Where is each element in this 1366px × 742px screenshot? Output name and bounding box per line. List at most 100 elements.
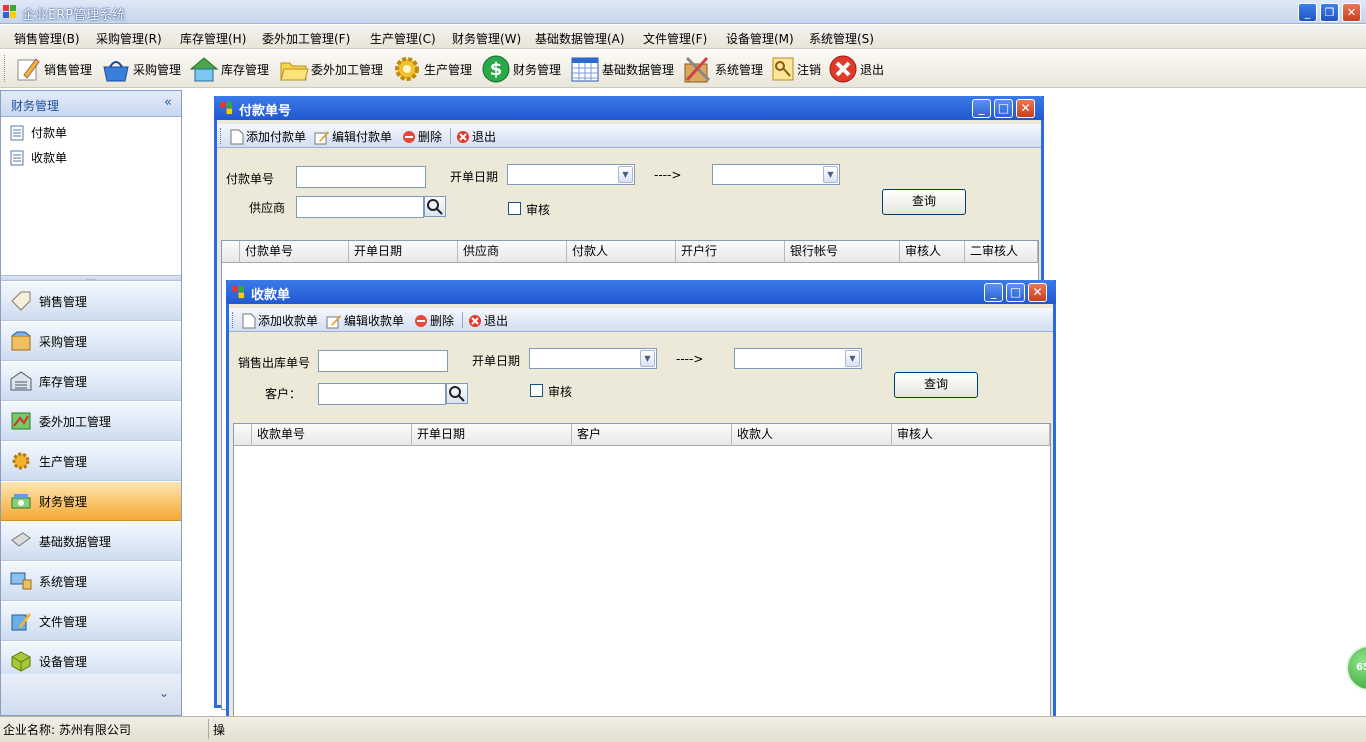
payment-audit-checkbox[interactable]: [508, 202, 521, 215]
red-x-icon: [469, 314, 481, 327]
red-x-icon: [457, 130, 469, 143]
chevron-down-icon[interactable]: ⌄: [159, 686, 169, 700]
payment-close-button[interactable]: ✕: [1016, 99, 1035, 118]
edit-payment-button[interactable]: 编辑付款单: [314, 128, 392, 145]
toolbar-purchase-button[interactable]: 采购管理: [101, 54, 181, 84]
toolbar-production-button[interactable]: 生产管理: [392, 54, 472, 84]
nav-documents[interactable]: 文件管理: [1, 602, 181, 641]
column-header[interactable]: 审核人: [892, 424, 1050, 446]
receipt-minimize-button[interactable]: _: [984, 283, 1003, 302]
column-header[interactable]: 付款人: [567, 241, 676, 263]
exit-payment-button[interactable]: 退出: [456, 128, 496, 145]
menu-documents[interactable]: 文件管理(F): [643, 30, 707, 47]
payment-date-to[interactable]: ▼: [712, 164, 840, 185]
menu-basic-data[interactable]: 基础数据管理(A): [535, 30, 625, 47]
nav-system[interactable]: 系统管理: [1, 562, 181, 601]
chevron-down-icon[interactable]: ▼: [823, 166, 838, 183]
toolbar-logout-button[interactable]: 注销: [771, 54, 821, 84]
column-header[interactable]: 银行帐号: [785, 241, 900, 263]
menu-outsourcing[interactable]: 委外加工管理(F): [262, 30, 350, 47]
receipt-query-button[interactable]: 查询: [894, 372, 978, 398]
receipt-maximize-button[interactable]: □: [1006, 283, 1025, 302]
column-header[interactable]: 客户: [572, 424, 732, 446]
payment-minimize-button[interactable]: _: [972, 99, 991, 118]
payment-maximize-button[interactable]: □: [994, 99, 1013, 118]
column-header[interactable]: 开单日期: [349, 241, 458, 263]
app-icon: [3, 5, 16, 18]
floating-badge[interactable]: 65: [1346, 645, 1366, 691]
column-header[interactable]: 收款单号: [252, 424, 412, 446]
date-range-arrow: ---->: [654, 168, 682, 182]
menu-bar: 销售管理(B) 采购管理(R) 库存管理(H) 委外加工管理(F) 生产管理(C…: [0, 25, 1366, 49]
tree-item-payment[interactable]: 付款单: [9, 124, 67, 141]
toolbar-grip[interactable]: [4, 55, 7, 82]
nav-sales[interactable]: 销售管理: [1, 282, 181, 321]
column-header[interactable]: 开单日期: [412, 424, 572, 446]
tree-item-receipt[interactable]: 收款单: [9, 149, 67, 166]
nav-inventory[interactable]: 库存管理: [1, 362, 181, 401]
chevron-down-icon[interactable]: ▼: [640, 350, 655, 367]
receipt-date-from[interactable]: ▼: [529, 348, 657, 369]
nav-purchase[interactable]: 采购管理: [1, 322, 181, 361]
grid-header: 收款单号 开单日期 客户 收款人 审核人: [234, 424, 1050, 446]
menu-equipment[interactable]: 设备管理(M): [726, 30, 794, 47]
panel-splitter[interactable]: ....: [1, 274, 181, 282]
collapse-icon[interactable]: «: [164, 95, 172, 110]
nav-finance[interactable]: 财务管理: [1, 482, 181, 521]
toolbar-inventory-button[interactable]: 库存管理: [189, 54, 269, 84]
toolbar-grip[interactable]: [220, 128, 222, 144]
receipt-close-button[interactable]: ✕: [1028, 283, 1047, 302]
exit-receipt-button[interactable]: 退出: [468, 312, 508, 329]
supplier-search-button[interactable]: [424, 196, 446, 217]
receipt-date-to[interactable]: ▼: [734, 348, 862, 369]
column-header[interactable]: 供应商: [458, 241, 567, 263]
customer-search-button[interactable]: [446, 383, 468, 404]
customer-label: 客户：: [265, 387, 302, 401]
restore-button[interactable]: ❐: [1320, 3, 1339, 22]
chevron-down-icon[interactable]: ▼: [845, 350, 860, 367]
toolbar-outsourcing-button[interactable]: 委外加工管理: [279, 54, 383, 84]
edit-receipt-button[interactable]: 编辑收款单: [326, 312, 404, 329]
payment-query-button[interactable]: 查询: [882, 189, 966, 215]
chevron-down-icon[interactable]: ▼: [618, 166, 633, 183]
column-header[interactable]: 付款单号: [240, 241, 349, 263]
minimize-button[interactable]: _: [1298, 3, 1317, 22]
menu-production[interactable]: 生产管理(C): [370, 30, 436, 47]
delete-payment-button[interactable]: 删除: [402, 128, 442, 145]
main-toolbar: 销售管理 采购管理 库存管理 委外加工管理 生产管理 $ 财务管理 基础数据管理…: [0, 50, 1366, 88]
payment-window-titlebar[interactable]: 付款单号 _ □ ✕: [214, 96, 1044, 120]
close-button[interactable]: ✕: [1342, 3, 1361, 22]
column-header[interactable]: 收款人: [732, 424, 892, 446]
add-receipt-button[interactable]: 添加收款单: [242, 312, 318, 329]
receipt-window-titlebar[interactable]: 收款单 _ □ ✕: [226, 280, 1056, 304]
menu-purchase[interactable]: 采购管理(R): [96, 30, 162, 47]
toolbar-basic-data-button[interactable]: 基础数据管理: [570, 54, 674, 84]
column-header[interactable]: 审核人: [900, 241, 965, 263]
nav-outsourcing[interactable]: 委外加工管理: [1, 402, 181, 441]
delete-receipt-button[interactable]: 删除: [414, 312, 454, 329]
window-icon: [220, 102, 233, 115]
menu-finance[interactable]: 财务管理(W): [452, 30, 521, 47]
panel-header: 财务管理 «: [1, 91, 181, 117]
house-icon: [189, 57, 219, 82]
supplier-input[interactable]: [296, 196, 424, 218]
toolbar-system-button[interactable]: 系统管理: [681, 54, 763, 84]
receipt-audit-checkbox[interactable]: [530, 384, 543, 397]
toolbar-exit-button[interactable]: 退出: [828, 54, 884, 84]
payment-number-input[interactable]: [296, 166, 426, 188]
nav-production[interactable]: 生产管理: [1, 442, 181, 481]
payment-date-from[interactable]: ▼: [507, 164, 635, 185]
sales-outbound-number-input[interactable]: [318, 350, 448, 372]
customer-input[interactable]: [318, 383, 446, 405]
nav-basic-data[interactable]: 基础数据管理: [1, 522, 181, 561]
toolbar-sales-button[interactable]: 销售管理: [14, 54, 92, 84]
menu-sales[interactable]: 销售管理(B): [14, 30, 80, 47]
add-payment-button[interactable]: 添加付款单: [230, 128, 306, 145]
toolbar-finance-button[interactable]: $ 财务管理: [481, 54, 561, 84]
column-header[interactable]: 二审核人: [965, 241, 1038, 263]
edit-icon: [314, 130, 329, 144]
menu-system[interactable]: 系统管理(S): [809, 30, 874, 47]
toolbar-grip[interactable]: [232, 312, 234, 328]
column-header[interactable]: 开户行: [676, 241, 785, 263]
menu-inventory[interactable]: 库存管理(H): [180, 30, 246, 47]
